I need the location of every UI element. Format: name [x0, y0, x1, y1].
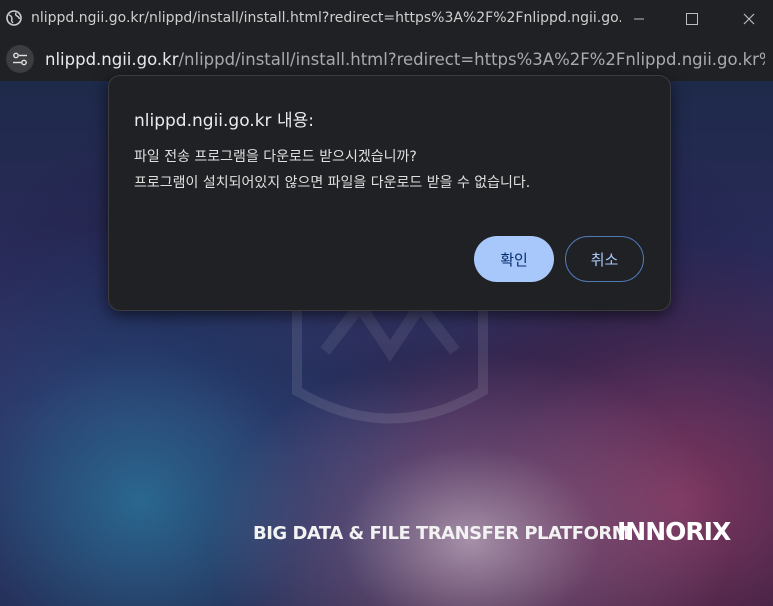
ok-button[interactable]: 확인	[474, 236, 554, 282]
maximize-button[interactable]	[665, 0, 719, 38]
window-title: nlippd.ngii.go.kr/nlippd/install/install…	[31, 10, 621, 26]
platform-tagline: BIG DATA & FILE TRANSFER PLATFORM	[253, 523, 630, 544]
maximize-icon	[686, 13, 698, 25]
dialog-message-line2: 프로그램이 설치되어있지 않으면 파일을 다운로드 받을 수 없습니다.	[134, 175, 531, 191]
tune-icon	[13, 52, 27, 66]
globe-icon	[6, 10, 22, 26]
url-host: nlippd.ngii.go.kr	[45, 50, 179, 69]
close-button[interactable]	[722, 0, 773, 38]
site-info-button[interactable]	[6, 45, 34, 73]
dialog-message-line1: 파일 전송 프로그램을 다운로드 받으시겠습니까?	[134, 149, 417, 165]
cancel-button[interactable]: 취소	[565, 236, 644, 282]
close-icon	[743, 13, 755, 25]
window-title-bar: nlippd.ngii.go.kr/nlippd/install/install…	[0, 0, 773, 38]
brand-logo: INNORIX	[617, 517, 731, 546]
url-path: /nlippd/install/install.html?redirect=ht…	[178, 50, 766, 69]
url-field[interactable]: nlippd.ngii.go.kr/nlippd/install/install…	[45, 50, 765, 69]
minimize-icon	[634, 18, 644, 20]
dialog-title: nlippd.ngii.go.kr 내용:	[134, 111, 314, 131]
minimize-button[interactable]	[612, 0, 666, 38]
confirm-dialog: nlippd.ngii.go.kr 내용: 파일 전송 프로그램을 다운로드 받…	[108, 75, 671, 311]
